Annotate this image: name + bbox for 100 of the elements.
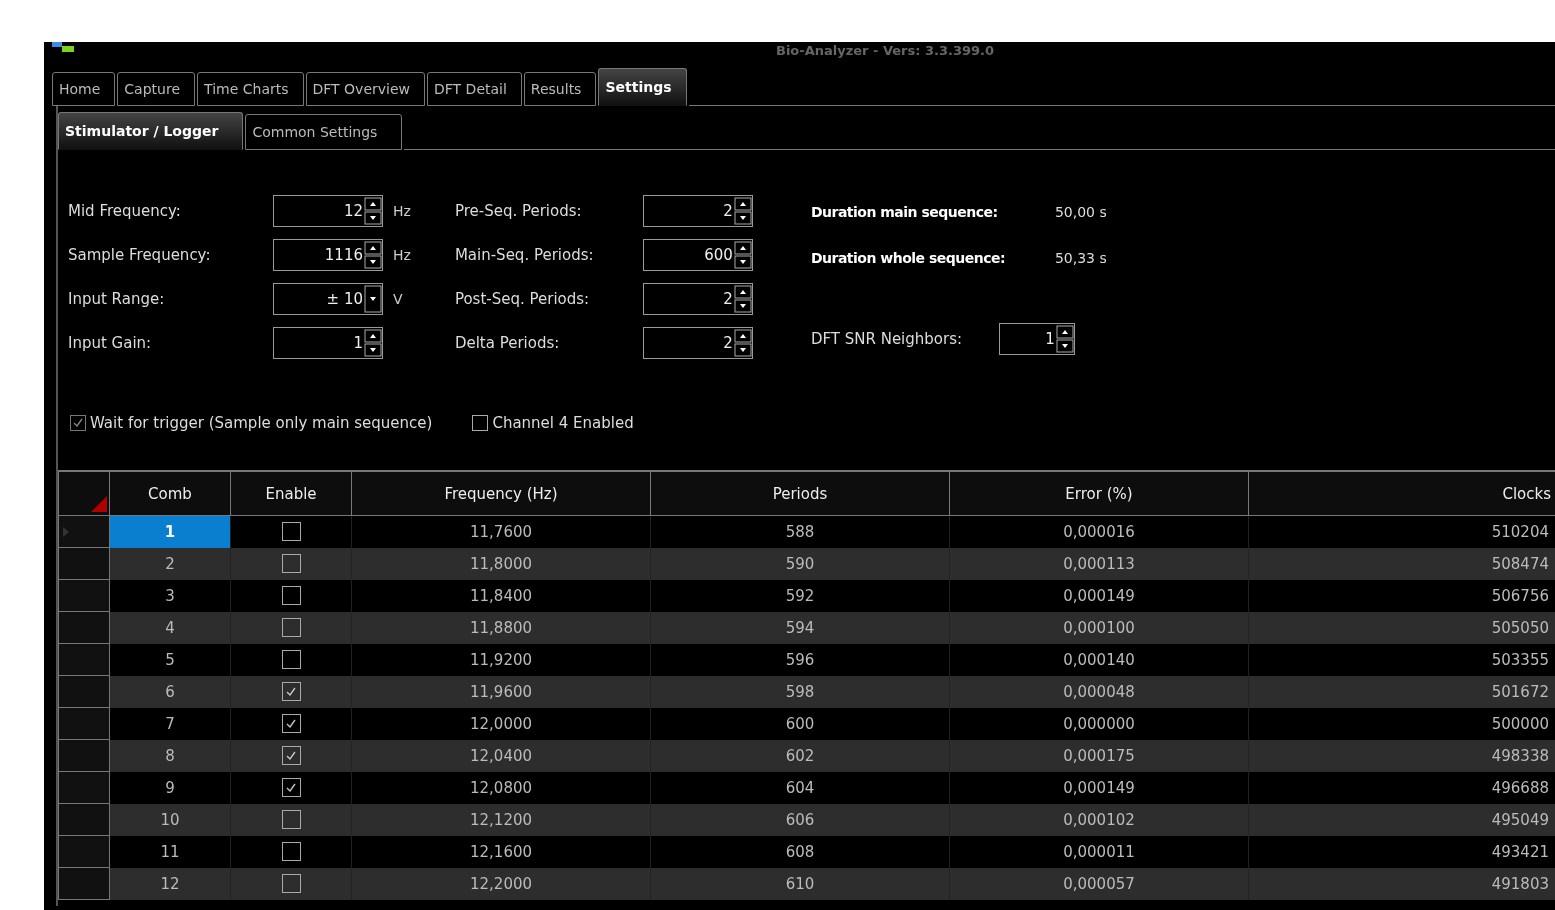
spin-arrows-icon[interactable]: [364, 329, 382, 357]
tab[interactable]: Results: [523, 72, 597, 106]
duration-label: Duration main sequence:: [810, 204, 999, 220]
unit-label: Hz: [393, 247, 411, 263]
checkbox[interactable]: [281, 618, 301, 637]
table-cell: 594: [650, 611, 950, 644]
row-header[interactable]: [58, 675, 110, 708]
spin-field[interactable]: 2: [642, 283, 753, 315]
spin-field[interactable]: 2: [642, 327, 753, 359]
checkbox[interactable]: [281, 746, 301, 765]
checkbox[interactable]: [281, 554, 301, 573]
row-header[interactable]: [58, 867, 110, 900]
spin-arrows-icon[interactable]: [733, 285, 752, 313]
spin-field[interactable]: 1: [998, 323, 1075, 355]
spin-arrows-icon[interactable]: [1055, 325, 1074, 353]
table-cell: 11: [109, 835, 231, 868]
checkbox[interactable]: [281, 522, 301, 542]
checkbox-label: Channel 4 Enabled: [492, 414, 634, 432]
spin-field[interactable]: 600: [642, 239, 753, 271]
row-header[interactable]: [58, 835, 110, 868]
column-header[interactable]: Clocks: [1248, 471, 1555, 516]
spin-field[interactable]: 1116: [273, 239, 383, 271]
table-cell: 5: [109, 643, 231, 676]
row-header[interactable]: [58, 707, 110, 740]
unit-label: Hz: [393, 203, 411, 219]
checkbox[interactable]: [281, 682, 301, 701]
spin-arrows-icon[interactable]: [733, 241, 752, 269]
table-cell: 0,000057: [949, 867, 1249, 900]
field-label: Sample Frequency:: [67, 246, 212, 264]
tab[interactable]: DFT Overview: [305, 72, 425, 106]
table-cell: 588: [650, 515, 950, 548]
row-header[interactable]: [58, 803, 110, 836]
checkbox[interactable]: [281, 810, 301, 829]
spin-arrows-icon[interactable]: [364, 241, 382, 269]
tab[interactable]: Capture: [117, 72, 195, 106]
table-cell: 11,8000: [351, 547, 651, 580]
row-header[interactable]: [58, 515, 110, 548]
table-cell: 11,9600: [351, 675, 651, 708]
field-label: Input Gain:: [67, 334, 153, 352]
row-header[interactable]: [58, 579, 110, 612]
table-cell: 590: [650, 547, 950, 580]
spin-arrows-icon[interactable]: [733, 329, 752, 357]
table-cell: 7: [109, 707, 231, 740]
table-cell: 6: [109, 675, 231, 708]
table-cell: 508474: [1248, 547, 1555, 580]
unit-label: V: [393, 291, 403, 307]
field-label: Delta Periods:: [454, 334, 561, 352]
checkbox[interactable]: [281, 650, 301, 669]
table-cell: 496688: [1248, 771, 1555, 804]
table-cell: 501672: [1248, 675, 1555, 708]
field-label: DFT SNR Neighbors:: [810, 330, 964, 348]
spin-field[interactable]: 12: [273, 195, 383, 227]
tab[interactable]: Settings: [598, 68, 687, 106]
row-header[interactable]: [58, 771, 110, 804]
dropdown-field[interactable]: ± 10: [273, 283, 383, 315]
checkbox[interactable]: [281, 778, 301, 797]
spin-field[interactable]: 1: [273, 327, 383, 359]
field-label: Input Range:: [67, 290, 166, 308]
column-header[interactable]: Error (%): [949, 471, 1249, 516]
column-header[interactable]: Frequency (Hz): [351, 471, 651, 516]
table-cell: 10: [109, 803, 231, 836]
tab[interactable]: Stimulator / Logger: [58, 112, 244, 150]
app-icon: [52, 42, 74, 52]
checkbox[interactable]: [281, 842, 301, 861]
duration-value: 50,00 s: [1054, 204, 1107, 220]
row-header[interactable]: [58, 643, 110, 676]
table-cell: 0,000011: [949, 835, 1249, 868]
table-cell: 608: [650, 835, 950, 868]
tab[interactable]: DFT Detail: [427, 72, 522, 106]
checkbox[interactable]: [281, 874, 301, 893]
row-header[interactable]: [58, 547, 110, 580]
spin-arrows-icon[interactable]: [733, 197, 752, 225]
checkbox[interactable]: [281, 714, 301, 733]
window-title: Bio-Analyzer - Vers: 3.3.399.0: [776, 43, 995, 58]
tab[interactable]: Time Charts: [197, 72, 304, 106]
caret-icon[interactable]: [364, 285, 382, 313]
tab[interactable]: Common Settings: [245, 114, 403, 150]
duration-label: Duration whole sequence:: [810, 250, 1007, 266]
spin-arrows-icon[interactable]: [364, 197, 382, 225]
column-header[interactable]: Comb: [109, 471, 231, 516]
checkbox[interactable]: [281, 586, 301, 605]
table-cell: 12,0000: [351, 707, 651, 740]
duration-value: 50,33 s: [1054, 250, 1107, 266]
row-pointer-icon: [63, 527, 69, 537]
table-cell: 0,000149: [949, 579, 1249, 612]
row-header[interactable]: [58, 739, 110, 772]
table-cell: 11,7600: [351, 515, 651, 548]
checkbox[interactable]: [472, 415, 489, 431]
spin-field[interactable]: 2: [642, 195, 753, 227]
tab[interactable]: Home: [52, 72, 116, 106]
column-header[interactable]: Periods: [650, 471, 950, 516]
table-cell: 0,000016: [949, 515, 1249, 548]
table-cell: 0,000149: [949, 771, 1249, 804]
row-header[interactable]: [58, 611, 110, 644]
table-cell: 0,000102: [949, 803, 1249, 836]
column-header[interactable]: Enable: [230, 471, 352, 516]
table-cell: 0,000000: [949, 707, 1249, 740]
table-cell: 0,000048: [949, 675, 1249, 708]
table-cell: 592: [650, 579, 950, 612]
table-cell: 598: [650, 675, 950, 708]
